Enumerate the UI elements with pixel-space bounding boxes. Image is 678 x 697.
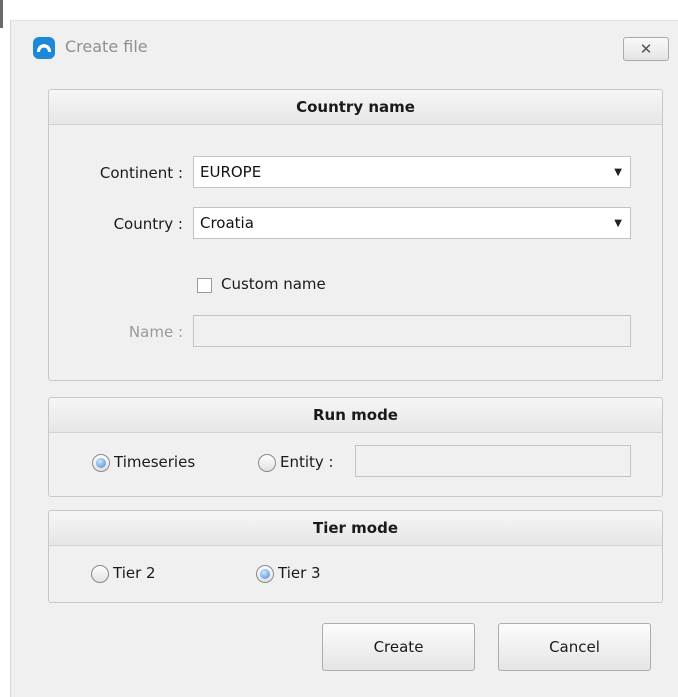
country-select[interactable]: Croatia ▼ xyxy=(193,207,631,239)
title-bar: Create file ✕ xyxy=(11,21,678,73)
custom-name-label[interactable]: Custom name xyxy=(221,275,326,293)
entity-input[interactable] xyxy=(355,445,631,477)
tier-2-radio[interactable] xyxy=(91,565,109,583)
tier-2-label[interactable]: Tier 2 xyxy=(113,564,156,582)
window-edge xyxy=(0,0,3,28)
entity-radio[interactable] xyxy=(258,454,276,472)
continent-select[interactable]: EUROPE ▼ xyxy=(193,156,631,188)
timeseries-radio[interactable] xyxy=(92,454,110,472)
name-label: Name : xyxy=(128,323,183,341)
tier-mode-group: Tier mode xyxy=(48,510,663,603)
continent-label: Continent : xyxy=(99,164,183,182)
country-value: Croatia xyxy=(200,214,254,232)
cloud-icon xyxy=(33,37,55,59)
close-button[interactable]: ✕ xyxy=(623,37,669,61)
create-file-dialog: Create file ✕ Country name Continent : E… xyxy=(10,20,678,697)
country-label: Country : xyxy=(113,215,183,233)
create-button[interactable]: Create xyxy=(322,623,475,671)
entity-label[interactable]: Entity : xyxy=(280,453,334,471)
country-name-header: Country name xyxy=(49,90,662,125)
close-icon: ✕ xyxy=(639,40,653,58)
tier-mode-header: Tier mode xyxy=(49,511,662,546)
run-mode-header: Run mode xyxy=(49,398,662,433)
continent-value: EUROPE xyxy=(200,163,262,181)
window-title: Create file xyxy=(65,37,148,56)
chevron-down-icon: ▼ xyxy=(614,167,622,178)
cancel-button[interactable]: Cancel xyxy=(498,623,651,671)
name-input[interactable] xyxy=(193,315,631,347)
custom-name-checkbox[interactable] xyxy=(197,278,212,293)
tier-3-radio[interactable] xyxy=(256,565,274,583)
chevron-down-icon: ▼ xyxy=(614,218,622,229)
tier-3-label[interactable]: Tier 3 xyxy=(278,564,321,582)
timeseries-label[interactable]: Timeseries xyxy=(114,453,195,471)
